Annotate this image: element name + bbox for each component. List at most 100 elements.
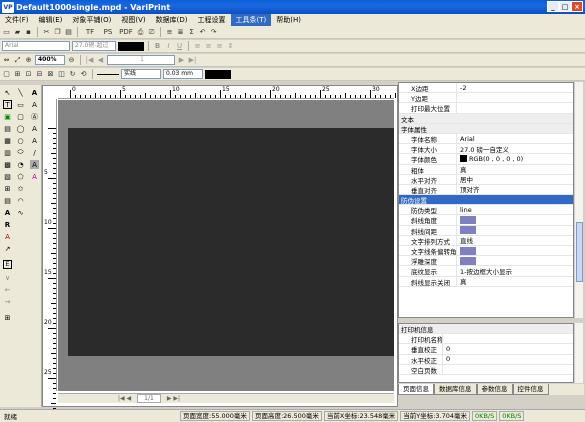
- property-value[interactable]: Arial: [457, 134, 573, 143]
- undo-icon[interactable]: ↶: [198, 28, 207, 37]
- font-a-tool-icon[interactable]: A: [3, 208, 12, 217]
- property-value[interactable]: 顶对齐: [457, 185, 573, 194]
- maximize-button[interactable]: □: [559, 1, 571, 12]
- save-icon[interactable]: ▪: [24, 28, 33, 37]
- text-b-tool-icon[interactable]: A: [30, 100, 39, 109]
- property-row[interactable]: 斜线间距: [399, 225, 573, 236]
- text-tool-icon[interactable]: T: [3, 100, 12, 109]
- sum-icon[interactable]: Σ: [187, 28, 196, 37]
- chart-tool-icon[interactable]: ▩: [3, 160, 12, 169]
- property-value[interactable]: [457, 215, 573, 225]
- property-row[interactable]: 字体大小 27.0 磅一自定义: [399, 144, 573, 155]
- font-size-combo[interactable]: 27.0磅-超过: [72, 41, 116, 51]
- paste-icon[interactable]: ▤: [64, 28, 73, 37]
- printer-scrollbar[interactable]: [574, 323, 583, 383]
- barcode-tool-icon[interactable]: ▤: [3, 124, 12, 133]
- property-row[interactable]: 水平校正 0: [399, 354, 573, 365]
- ps-icon[interactable]: PS: [100, 28, 116, 37]
- fit-page-icon[interactable]: ⤢: [13, 56, 22, 65]
- property-row[interactable]: 空白页数: [399, 364, 573, 375]
- align-left-icon[interactable]: ≡: [165, 28, 174, 37]
- property-row[interactable]: 底纹显示 1-按边框大小显示: [399, 266, 573, 277]
- text-align-right-icon[interactable]: ≡: [215, 42, 224, 51]
- rect-tool-icon[interactable]: ▭: [16, 100, 25, 109]
- refresh-icon[interactable]: ⟲: [79, 70, 88, 79]
- rotate-icon[interactable]: ↻: [68, 70, 77, 79]
- property-row[interactable]: 斜线显示关闭真: [399, 276, 573, 287]
- property-value[interactable]: 居中: [457, 175, 573, 184]
- close-button[interactable]: ×: [571, 1, 583, 12]
- property-value[interactable]: line: [457, 205, 573, 214]
- font-name-combo[interactable]: Arial: [2, 41, 70, 51]
- property-row[interactable]: 斜线角度: [399, 215, 573, 226]
- polygon-tool-icon[interactable]: ⬠: [16, 172, 25, 181]
- property-row[interactable]: 打印机名称: [399, 334, 573, 345]
- property-value[interactable]: 直线: [457, 236, 573, 245]
- property-group[interactable]: 打印机信息: [399, 324, 573, 335]
- zoom-out-icon[interactable]: ⊖: [67, 56, 76, 65]
- panel-tab-2[interactable]: 参数信息: [476, 384, 513, 395]
- line-tool-icon[interactable]: ╲: [16, 88, 25, 97]
- open-icon[interactable]: ▰: [13, 28, 22, 37]
- property-row[interactable]: 粗体真: [399, 164, 573, 175]
- oval-tool-icon[interactable]: ⬭: [16, 148, 25, 157]
- frame-tool-icon[interactable]: ⊞: [13, 70, 22, 79]
- property-row[interactable]: 文字排列方式 直线: [399, 235, 573, 246]
- property-row[interactable]: Y边距: [399, 93, 573, 104]
- prev-page-icon[interactable]: ◀: [96, 56, 105, 65]
- property-value[interactable]: 27.0 磅一自定义: [457, 144, 573, 154]
- property-value[interactable]: 真: [457, 277, 573, 286]
- cut-icon[interactable]: ✂: [42, 28, 51, 37]
- next-page-icon[interactable]: ▶: [177, 56, 186, 65]
- next-page-nav-icon[interactable]: ▶ ▶|: [167, 395, 180, 402]
- shade-tool-icon[interactable]: A: [30, 160, 39, 169]
- image-tool-icon[interactable]: ▣: [3, 112, 12, 121]
- color-swatch[interactable]: [460, 256, 476, 265]
- panel-tab-0[interactable]: 页面信息: [398, 384, 434, 395]
- menu-item-3[interactable]: 视图(V): [116, 14, 150, 26]
- property-value[interactable]: [443, 365, 573, 374]
- rtext-tool-icon[interactable]: R: [3, 220, 12, 229]
- first-page-nav-icon[interactable]: |◀ ◀: [118, 395, 131, 402]
- star-tool-icon[interactable]: ✩: [16, 184, 25, 193]
- font-color-swatch[interactable]: [118, 41, 144, 51]
- property-value[interactable]: RGB(0 , 0 , 0 , 0): [457, 154, 573, 163]
- table-tool-icon[interactable]: ▥: [3, 148, 12, 157]
- menu-item-2[interactable]: 对象平铺(O): [67, 14, 116, 26]
- property-value[interactable]: [457, 226, 573, 235]
- panel-tab-3[interactable]: 控件信息: [512, 384, 549, 395]
- arc-tool-icon[interactable]: ◔: [16, 160, 25, 169]
- property-row[interactable]: 打印最大位置: [399, 103, 573, 114]
- align-tool-icon[interactable]: ⊟: [35, 70, 44, 79]
- curve-tool-icon[interactable]: ◠: [16, 196, 25, 205]
- property-scrollbar[interactable]: [574, 82, 583, 318]
- property-value[interactable]: [457, 246, 573, 255]
- underline-icon[interactable]: U: [175, 42, 184, 51]
- menu-item-1[interactable]: 编辑(E): [34, 14, 68, 26]
- align-center-icon[interactable]: ≣: [176, 28, 185, 37]
- wave-tool-icon[interactable]: ∿: [16, 208, 25, 217]
- text-c-tool-icon[interactable]: Ⓐ: [30, 112, 39, 121]
- property-value[interactable]: 0: [443, 344, 573, 353]
- menu-item-5[interactable]: 工程设置: [193, 14, 231, 26]
- left-arrow-icon[interactable]: ←: [3, 285, 12, 294]
- page-combo[interactable]: 1: [107, 55, 175, 65]
- down-arrow-icon[interactable]: ∨: [3, 273, 12, 282]
- text-d-tool-icon[interactable]: A: [30, 124, 39, 133]
- layout-tool-icon[interactable]: ⊞: [3, 184, 12, 193]
- property-row[interactable]: 浮雕深度: [399, 256, 573, 267]
- e-tool-icon[interactable]: E: [3, 260, 12, 269]
- text-align-center-icon[interactable]: ≡: [204, 42, 213, 51]
- circle-tool-icon[interactable]: ○: [16, 136, 25, 145]
- roundrect-tool-icon[interactable]: ▢: [16, 112, 25, 121]
- property-group[interactable]: 文本: [399, 113, 573, 124]
- tf-icon[interactable]: TF: [82, 28, 98, 37]
- color-swatch[interactable]: [460, 216, 476, 225]
- color-swatch[interactable]: [460, 155, 467, 163]
- lock-tool-icon[interactable]: ◫: [57, 70, 66, 79]
- property-row[interactable]: 文字线条偏转角: [399, 246, 573, 257]
- menu-item-7[interactable]: 帮助(H): [271, 14, 306, 26]
- fit-width-icon[interactable]: ⇔: [2, 56, 11, 65]
- page-nav-indicator[interactable]: 1/1: [137, 394, 161, 403]
- text-valign-icon[interactable]: ⇕: [226, 42, 235, 51]
